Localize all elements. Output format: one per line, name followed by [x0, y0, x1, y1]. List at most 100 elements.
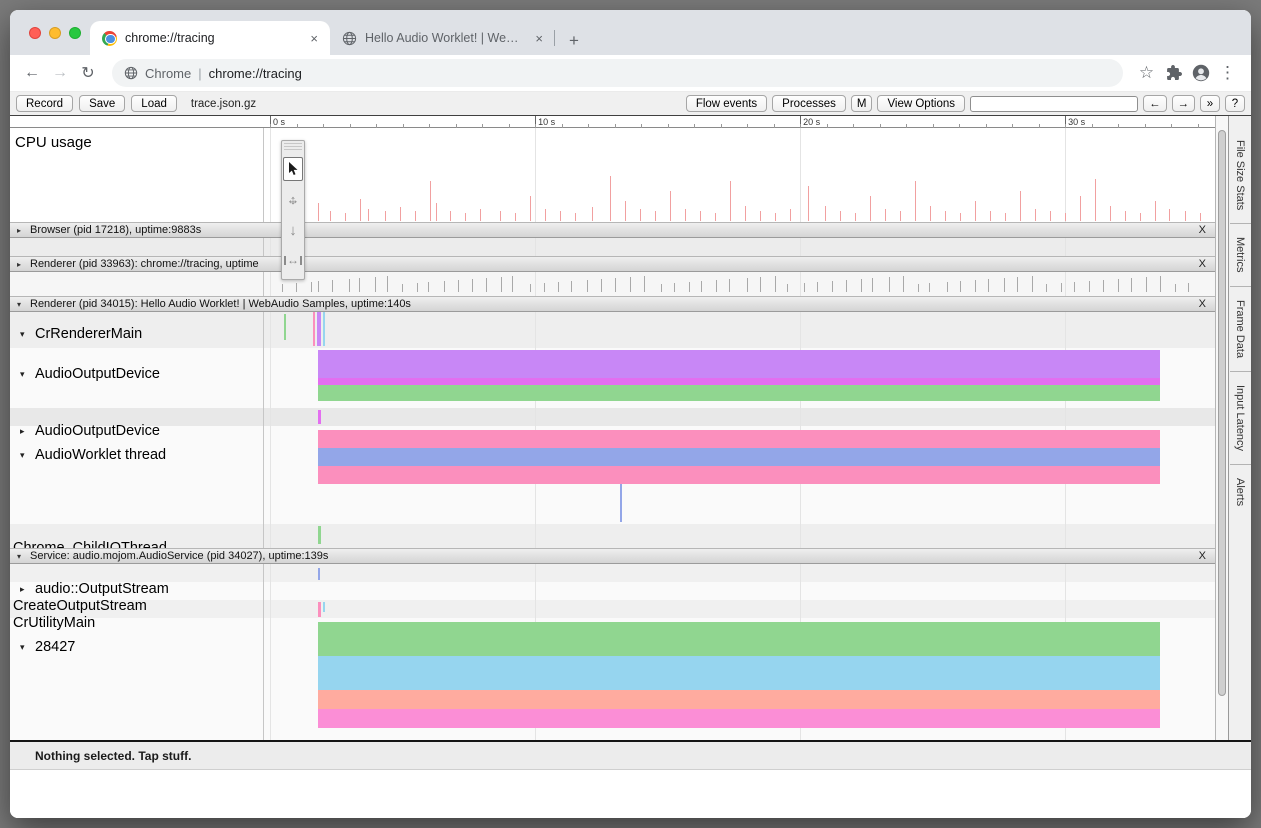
save-button[interactable]: Save [79, 95, 125, 112]
cpu-sample-spike[interactable] [915, 181, 916, 221]
trace-slice-tick[interactable] [747, 278, 748, 292]
cpu-sample-spike[interactable] [1035, 209, 1036, 221]
timeline-search-input[interactable] [970, 96, 1138, 112]
cpu-sample-spike[interactable] [1169, 209, 1170, 221]
disclosure-arrow-icon[interactable]: ▾ [17, 300, 25, 309]
find-next-button[interactable]: → [1172, 95, 1196, 112]
process-close-button[interactable]: X [1199, 224, 1206, 236]
side-tab-file-size-stats[interactable]: File Size Stats [1234, 138, 1246, 212]
trace-slice-tick[interactable] [587, 280, 588, 292]
cpu-sample-spike[interactable] [592, 207, 593, 221]
cpu-sample-spike[interactable] [975, 201, 976, 221]
cpu-sample-spike[interactable] [870, 196, 871, 221]
side-tab-frame-data[interactable]: Frame Data [1234, 298, 1246, 360]
cpu-sample-spike[interactable] [450, 211, 451, 221]
trace-slice-tick[interactable] [960, 281, 961, 292]
trace-slice-tick[interactable] [311, 282, 312, 292]
trace-slice-tick[interactable] [1032, 276, 1033, 292]
trace-slice-tick[interactable] [296, 283, 297, 292]
trace-bar-audioservice-row4[interactable] [318, 709, 1160, 728]
trace-event-mark[interactable] [313, 312, 315, 346]
side-tab-metrics[interactable]: Metrics [1234, 235, 1246, 274]
cpu-sample-spike[interactable] [945, 211, 946, 221]
cpu-sample-spike[interactable] [685, 209, 686, 221]
disclosure-arrow-icon[interactable]: ▾ [20, 369, 29, 380]
cpu-sample-spike[interactable] [436, 203, 437, 221]
cpu-sample-spike[interactable] [1125, 211, 1126, 221]
trace-slice-tick[interactable] [644, 276, 645, 292]
cpu-sample-spike[interactable] [530, 196, 531, 221]
thread-row[interactable]: ▾AudioWorklet thread [20, 446, 166, 464]
processes-button[interactable]: Processes [772, 95, 846, 112]
trace-slice-tick[interactable] [760, 277, 761, 292]
cpu-sample-spike[interactable] [655, 211, 656, 221]
trace-slice-tick[interactable] [428, 282, 429, 292]
cpu-sample-spike[interactable] [465, 213, 466, 221]
flow-events-button[interactable]: Flow events [686, 95, 767, 112]
trace-slice-tick[interactable] [846, 280, 847, 292]
cpu-sample-spike[interactable] [1080, 196, 1081, 221]
trace-event-mark[interactable] [318, 410, 321, 424]
cpu-sample-spike[interactable] [855, 213, 856, 221]
thread-row[interactable]: ▸AudioOutputDevice [20, 422, 160, 440]
cpu-sample-spike[interactable] [1020, 191, 1021, 221]
disclosure-arrow-icon[interactable]: ▸ [20, 584, 29, 595]
cpu-sample-spike[interactable] [825, 206, 826, 221]
trace-event-mark[interactable] [323, 312, 325, 346]
trace-slice-tick[interactable] [544, 283, 545, 292]
trace-slice-tick[interactable] [947, 282, 948, 292]
metrics-toggle-button[interactable]: M [851, 95, 873, 112]
load-button[interactable]: Load [131, 95, 177, 112]
trace-slice-tick[interactable] [889, 277, 890, 292]
tab-close-icon[interactable]: × [533, 31, 545, 46]
trace-slice-tick[interactable] [1089, 281, 1090, 292]
thread-row[interactable]: CreateOutputStream [13, 597, 147, 615]
process-close-button[interactable]: X [1199, 298, 1206, 310]
tab-close-icon[interactable]: × [308, 31, 320, 46]
trace-slice-tick[interactable] [1175, 284, 1176, 292]
trace-slice-tick[interactable] [832, 281, 833, 292]
cpu-sample-spike[interactable] [1005, 213, 1006, 221]
view-options-button[interactable]: View Options [877, 95, 965, 112]
trace-slice-tick[interactable] [1061, 283, 1062, 292]
bookmark-star-icon[interactable]: ☆ [1133, 63, 1160, 83]
cpu-sample-spike[interactable] [385, 211, 386, 221]
cpu-sample-spike[interactable] [415, 211, 416, 221]
cpu-sample-spike[interactable] [1065, 213, 1066, 221]
pan-tool-button[interactable]: ↔↕ [283, 189, 303, 211]
zoom-tool-button[interactable]: ↓ [283, 219, 303, 241]
trace-slice-tick[interactable] [701, 281, 702, 292]
process-close-button[interactable]: X [1199, 550, 1206, 562]
trace-slice-tick[interactable] [903, 276, 904, 292]
palette-grip[interactable] [284, 143, 302, 152]
trace-event-mark[interactable] [323, 602, 325, 612]
cpu-sample-spike[interactable] [760, 211, 761, 221]
thread-row[interactable]: ▾AudioOutputDevice [20, 365, 160, 383]
cpu-sample-spike[interactable] [990, 211, 991, 221]
trace-slice-tick[interactable] [1004, 278, 1005, 292]
cpu-sample-spike[interactable] [368, 209, 369, 221]
cpu-sample-spike[interactable] [840, 211, 841, 221]
trace-bar-audioservice-row1[interactable] [318, 622, 1160, 656]
cpu-sample-spike[interactable] [960, 213, 961, 221]
trace-slice-tick[interactable] [486, 278, 487, 292]
disclosure-arrow-icon[interactable]: ▸ [20, 426, 29, 437]
cpu-sample-spike[interactable] [318, 203, 319, 221]
trace-bar-worklet-row3[interactable] [318, 466, 1160, 484]
cpu-sample-spike[interactable] [345, 213, 346, 221]
cpu-sample-spike[interactable] [808, 186, 809, 221]
cpu-sample-spike[interactable] [1110, 206, 1111, 221]
cpu-sample-spike[interactable] [400, 207, 401, 221]
cpu-sample-spike[interactable] [480, 209, 481, 221]
trace-slice-tick[interactable] [1118, 279, 1119, 292]
cpu-sample-spike[interactable] [360, 199, 361, 221]
record-button[interactable]: Record [16, 95, 73, 112]
reload-icon[interactable]: ↻ [74, 63, 102, 83]
selection-tool-button[interactable] [283, 157, 303, 181]
trace-slice-tick[interactable] [375, 277, 376, 292]
process-close-button[interactable]: X [1199, 258, 1206, 270]
cpu-sample-spike[interactable] [330, 211, 331, 221]
cpu-sample-spike[interactable] [515, 213, 516, 221]
trace-slice-tick[interactable] [1074, 282, 1075, 292]
trace-slice-tick[interactable] [359, 278, 360, 292]
